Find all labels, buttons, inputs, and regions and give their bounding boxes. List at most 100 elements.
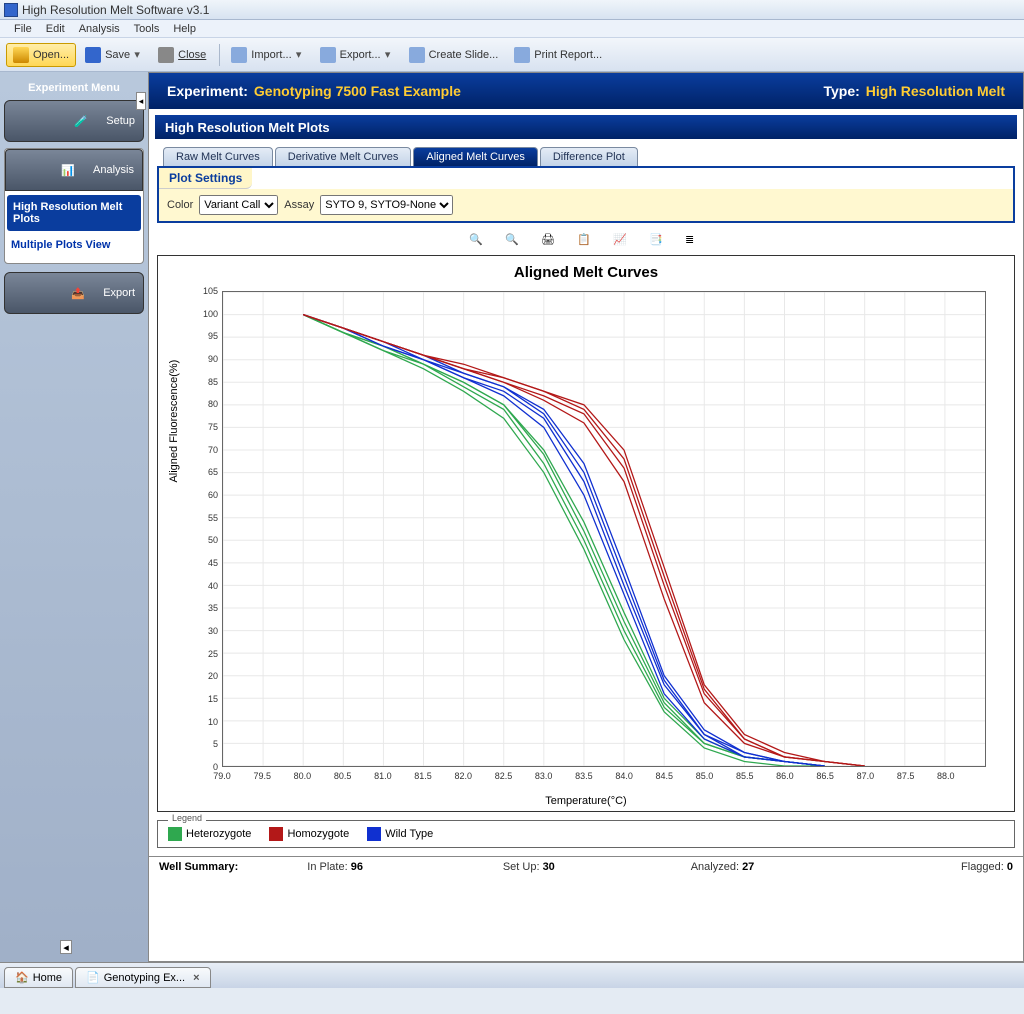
y-tick: 50 [188, 535, 218, 545]
x-tick: 82.0 [451, 771, 475, 781]
sidebar-setup-button[interactable]: 🧪 Setup [4, 100, 144, 142]
x-tick: 83.0 [532, 771, 556, 781]
export-button[interactable]: Export...▾ [313, 43, 400, 67]
chart-options-icon[interactable] [649, 233, 667, 251]
y-axis-label: Aligned Fluorescence(%) [168, 360, 180, 483]
menu-edit[interactable]: Edit [40, 23, 71, 35]
x-tick: 80.5 [331, 771, 355, 781]
chart-copy-icon[interactable] [577, 233, 595, 251]
sidebar-item-hrm-plots[interactable]: High Resolution Melt Plots [7, 195, 141, 231]
tab-aligned-melt[interactable]: Aligned Melt Curves [413, 147, 537, 166]
x-tick: 86.5 [813, 771, 837, 781]
chart-toolbar [149, 223, 1023, 255]
close-icon [158, 47, 174, 63]
save-button[interactable]: Save▾ [78, 43, 149, 67]
plot-settings-panel: Plot Settings Color Variant Call Assay S… [157, 166, 1015, 223]
plot-box[interactable] [222, 291, 986, 767]
import-icon [231, 47, 247, 63]
type-label: Type: [823, 83, 859, 99]
chart-svg [223, 292, 985, 766]
x-tick: 87.0 [853, 771, 877, 781]
x-tick: 87.5 [894, 771, 918, 781]
slide-label: Create Slide... [429, 49, 499, 61]
create-slide-button[interactable]: Create Slide... [402, 43, 506, 67]
chevron-down-icon[interactable]: ▾ [132, 48, 142, 61]
analysis-icon: 📊 [43, 152, 93, 188]
y-tick: 100 [188, 309, 218, 319]
tab-home[interactable]: Home [4, 967, 73, 988]
chart-edit-icon[interactable] [613, 233, 631, 251]
y-tick: 80 [188, 399, 218, 409]
y-tick: 35 [188, 603, 218, 613]
well-summary-label: Well Summary: [159, 861, 238, 873]
legend-swatch [269, 827, 283, 841]
x-tick: 80.0 [290, 771, 314, 781]
document-tabs: Home 📄Genotyping Ex...× [0, 962, 1024, 988]
sidebar-analysis-button[interactable]: 📊 Analysis [5, 149, 143, 191]
chevron-down-icon[interactable]: ▾ [294, 48, 304, 61]
menu-help[interactable]: Help [167, 23, 202, 35]
menu-file[interactable]: File [8, 23, 38, 35]
y-tick: 30 [188, 626, 218, 636]
x-tick: 88.0 [934, 771, 958, 781]
content-area: Experiment: Genotyping 7500 Fast Example… [148, 72, 1024, 962]
app-title: High Resolution Melt Software v3.1 [22, 3, 209, 17]
legend-box: Legend HeterozygoteHomozygoteWild Type [157, 820, 1015, 848]
sidebar-collapse-button[interactable]: ◂ [136, 92, 146, 110]
tab-raw-melt[interactable]: Raw Melt Curves [163, 147, 273, 166]
assay-label: Assay [284, 199, 314, 211]
sidebar-export-button[interactable]: 📤 Export [4, 272, 144, 314]
zoom-out-icon[interactable] [505, 233, 523, 251]
chart-axes: Aligned Fluorescence(%) 0510152025303540… [180, 283, 990, 793]
assay-select[interactable]: SYTO 9, SYTO9-None [320, 195, 453, 215]
color-select[interactable]: Variant Call [199, 195, 278, 215]
tab-derivative-melt[interactable]: Derivative Melt Curves [275, 147, 412, 166]
menu-analysis[interactable]: Analysis [73, 23, 126, 35]
y-tick: 85 [188, 377, 218, 387]
section-title: High Resolution Melt Plots [155, 115, 1017, 139]
open-button[interactable]: Open... [6, 43, 76, 67]
y-tick: 55 [188, 513, 218, 523]
close-button[interactable]: Close [151, 43, 213, 67]
flagged-label: Flagged: [961, 861, 1004, 873]
x-tick: 84.5 [652, 771, 676, 781]
home-label: Home [33, 972, 62, 984]
save-label: Save [105, 49, 130, 61]
type-value: High Resolution Melt [866, 83, 1005, 99]
print-report-button[interactable]: Print Report... [507, 43, 609, 67]
well-summary-row: Well Summary: In Plate: 96 Set Up: 30 An… [149, 856, 1023, 876]
sidebar-expand-button[interactable]: ◂ [60, 940, 72, 954]
setup-label: Setup [106, 115, 135, 127]
sidebar: Experiment Menu ◂ 🧪 Setup 📊 Analysis Hig… [0, 72, 148, 962]
experiment-label: Experiment: [167, 83, 248, 99]
x-tick: 86.0 [773, 771, 797, 781]
x-tick: 85.0 [693, 771, 717, 781]
x-tick: 83.5 [572, 771, 596, 781]
y-tick: 95 [188, 331, 218, 341]
menu-tools[interactable]: Tools [128, 23, 166, 35]
import-button[interactable]: Import...▾ [224, 43, 310, 67]
tab-difference-plot[interactable]: Difference Plot [540, 147, 638, 166]
zoom-in-icon[interactable] [469, 233, 487, 251]
sidebar-item-multiple-plots[interactable]: Multiple Plots View [5, 233, 143, 257]
y-tick: 90 [188, 354, 218, 364]
chart-print-icon[interactable] [541, 233, 559, 251]
legend-title: Legend [168, 813, 206, 823]
tab-document[interactable]: 📄Genotyping Ex...× [75, 967, 210, 988]
x-tick: 82.5 [491, 771, 515, 781]
plot-settings-tab: Plot Settings [159, 168, 252, 189]
legend-swatch [367, 827, 381, 841]
x-tick: 79.0 [210, 771, 234, 781]
doc-label: Genotyping Ex... [104, 972, 185, 984]
chevron-down-icon[interactable]: ▾ [383, 48, 393, 61]
analysis-label: Analysis [93, 164, 134, 176]
sidebar-export-label: Export [103, 287, 135, 299]
tab-close-icon[interactable]: × [193, 972, 199, 984]
close-label: Close [178, 49, 206, 61]
chart-legend-icon[interactable] [685, 233, 703, 251]
export-icon [320, 47, 336, 63]
sidebar-analysis-panel: 📊 Analysis High Resolution Melt Plots Mu… [4, 148, 144, 264]
setup-label: Set Up: [503, 861, 540, 873]
menu-bar: File Edit Analysis Tools Help [0, 20, 1024, 38]
in-plate-value: 96 [351, 861, 363, 873]
